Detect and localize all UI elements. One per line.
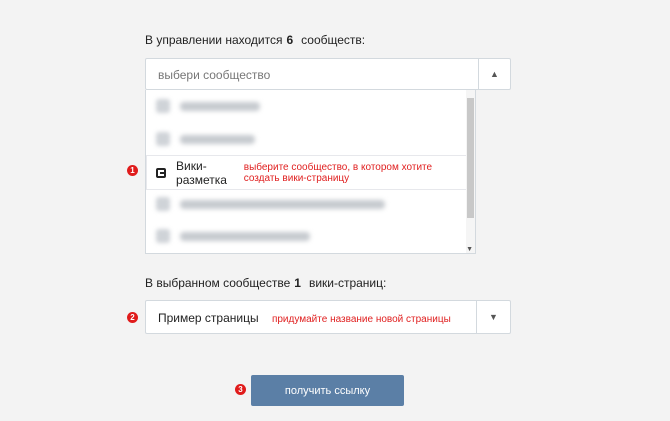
community-hint: выберите сообщество, в котором хотите со…	[243, 161, 433, 184]
pages-label-suffix: вики-страниц:	[308, 276, 387, 290]
communities-count: 6	[286, 33, 294, 47]
communities-label-suffix: сообществ:	[301, 33, 366, 47]
scrollbar-thumb[interactable]	[467, 98, 474, 218]
list-item-label	[180, 199, 385, 209]
page-select-value-row: Пример страницы придумайте название ново…	[158, 301, 451, 337]
community-icon	[156, 197, 170, 211]
triangle-down-icon[interactable]: ▼	[476, 301, 510, 333]
community-icon	[156, 229, 170, 243]
triangle-up-icon[interactable]: ▲	[478, 59, 510, 89]
communities-label: В управлении находится 6 сообществ:	[145, 33, 365, 47]
communities-label-prefix: В управлении находится	[145, 33, 283, 47]
step-badge-3: 3	[235, 384, 246, 395]
community-icon	[156, 167, 167, 178]
community-icon	[156, 99, 170, 113]
list-item[interactable]	[146, 220, 468, 252]
active-community-name: Вики-разметка	[176, 158, 227, 187]
page-select[interactable]: Пример страницы придумайте название ново…	[145, 300, 511, 334]
page-select-value: Пример страницы	[158, 311, 259, 325]
community-icon	[156, 132, 170, 146]
community-dropdown-list: Вики-разметка выберите сообщество, в кот…	[145, 90, 476, 254]
list-item[interactable]	[146, 188, 468, 220]
community-select[interactable]: выбери сообщество ▲	[145, 58, 511, 90]
list-item-label	[180, 101, 260, 111]
scroll-down-icon[interactable]: ▼	[466, 246, 473, 253]
list-item[interactable]	[146, 123, 468, 155]
pages-label: В выбранном сообществе 1 вики-страниц:	[145, 276, 386, 290]
list-item-label	[180, 231, 310, 241]
scrollbar[interactable]: ▼	[466, 90, 475, 253]
get-link-button[interactable]: получить ссылку	[251, 375, 404, 406]
step-badge-2: 2	[127, 312, 138, 323]
list-item[interactable]	[146, 90, 468, 122]
list-item-active[interactable]: Вики-разметка выберите сообщество, в кот…	[146, 155, 468, 190]
pages-count: 1	[294, 276, 301, 290]
list-item-label	[180, 134, 255, 144]
step-badge-1: 1	[127, 165, 138, 176]
community-select-placeholder: выбери сообщество	[158, 68, 271, 82]
pages-label-prefix: В выбранном сообществе	[145, 276, 291, 290]
page-hint: придумайте название новой страницы	[271, 314, 451, 325]
